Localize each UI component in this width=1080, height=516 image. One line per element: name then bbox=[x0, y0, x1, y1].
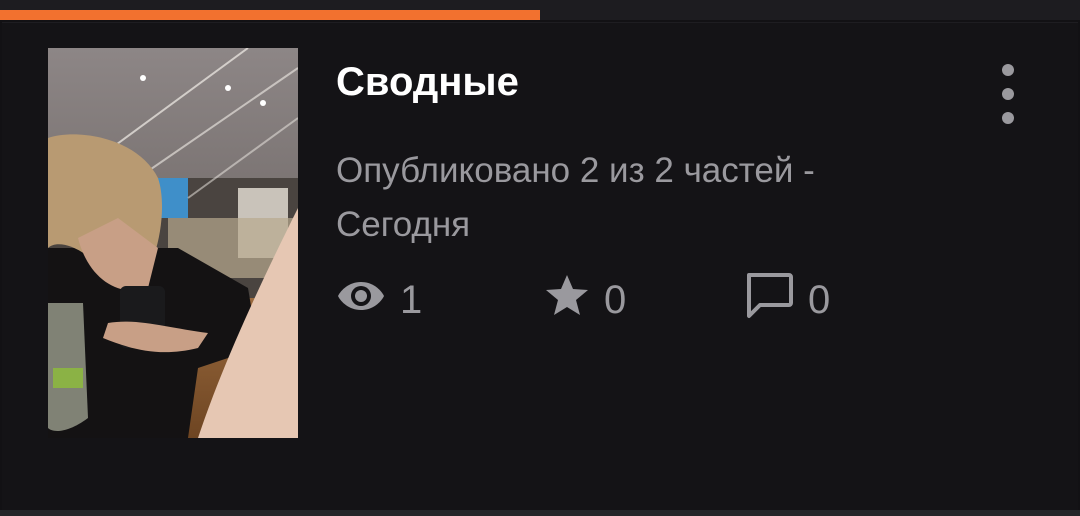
star-icon bbox=[544, 273, 590, 327]
comment-icon bbox=[744, 271, 794, 329]
story-publication-info: Опубликовано 2 из 2 частей - Сегодня bbox=[336, 151, 815, 244]
story-cover-image[interactable] bbox=[48, 48, 298, 438]
story-title[interactable]: Сводные bbox=[336, 58, 519, 106]
more-vertical-icon bbox=[1002, 64, 1014, 76]
comments-count: 0 bbox=[808, 277, 831, 322]
story-stats: 1 0 0 bbox=[336, 272, 936, 328]
comments-stat: 0 bbox=[744, 272, 830, 328]
votes-stat: 0 bbox=[544, 272, 626, 328]
more-options-button[interactable] bbox=[990, 64, 1026, 124]
views-count: 1 bbox=[400, 277, 423, 322]
reading-progress-fill bbox=[0, 10, 540, 20]
votes-count: 0 bbox=[604, 277, 627, 322]
reading-progress-track bbox=[0, 0, 1080, 20]
more-vertical-icon-dot bbox=[1002, 88, 1014, 100]
list-divider bbox=[0, 510, 1080, 516]
eye-icon bbox=[336, 278, 386, 323]
more-vertical-icon-dot bbox=[1002, 112, 1014, 124]
views-stat: 1 bbox=[336, 272, 422, 328]
